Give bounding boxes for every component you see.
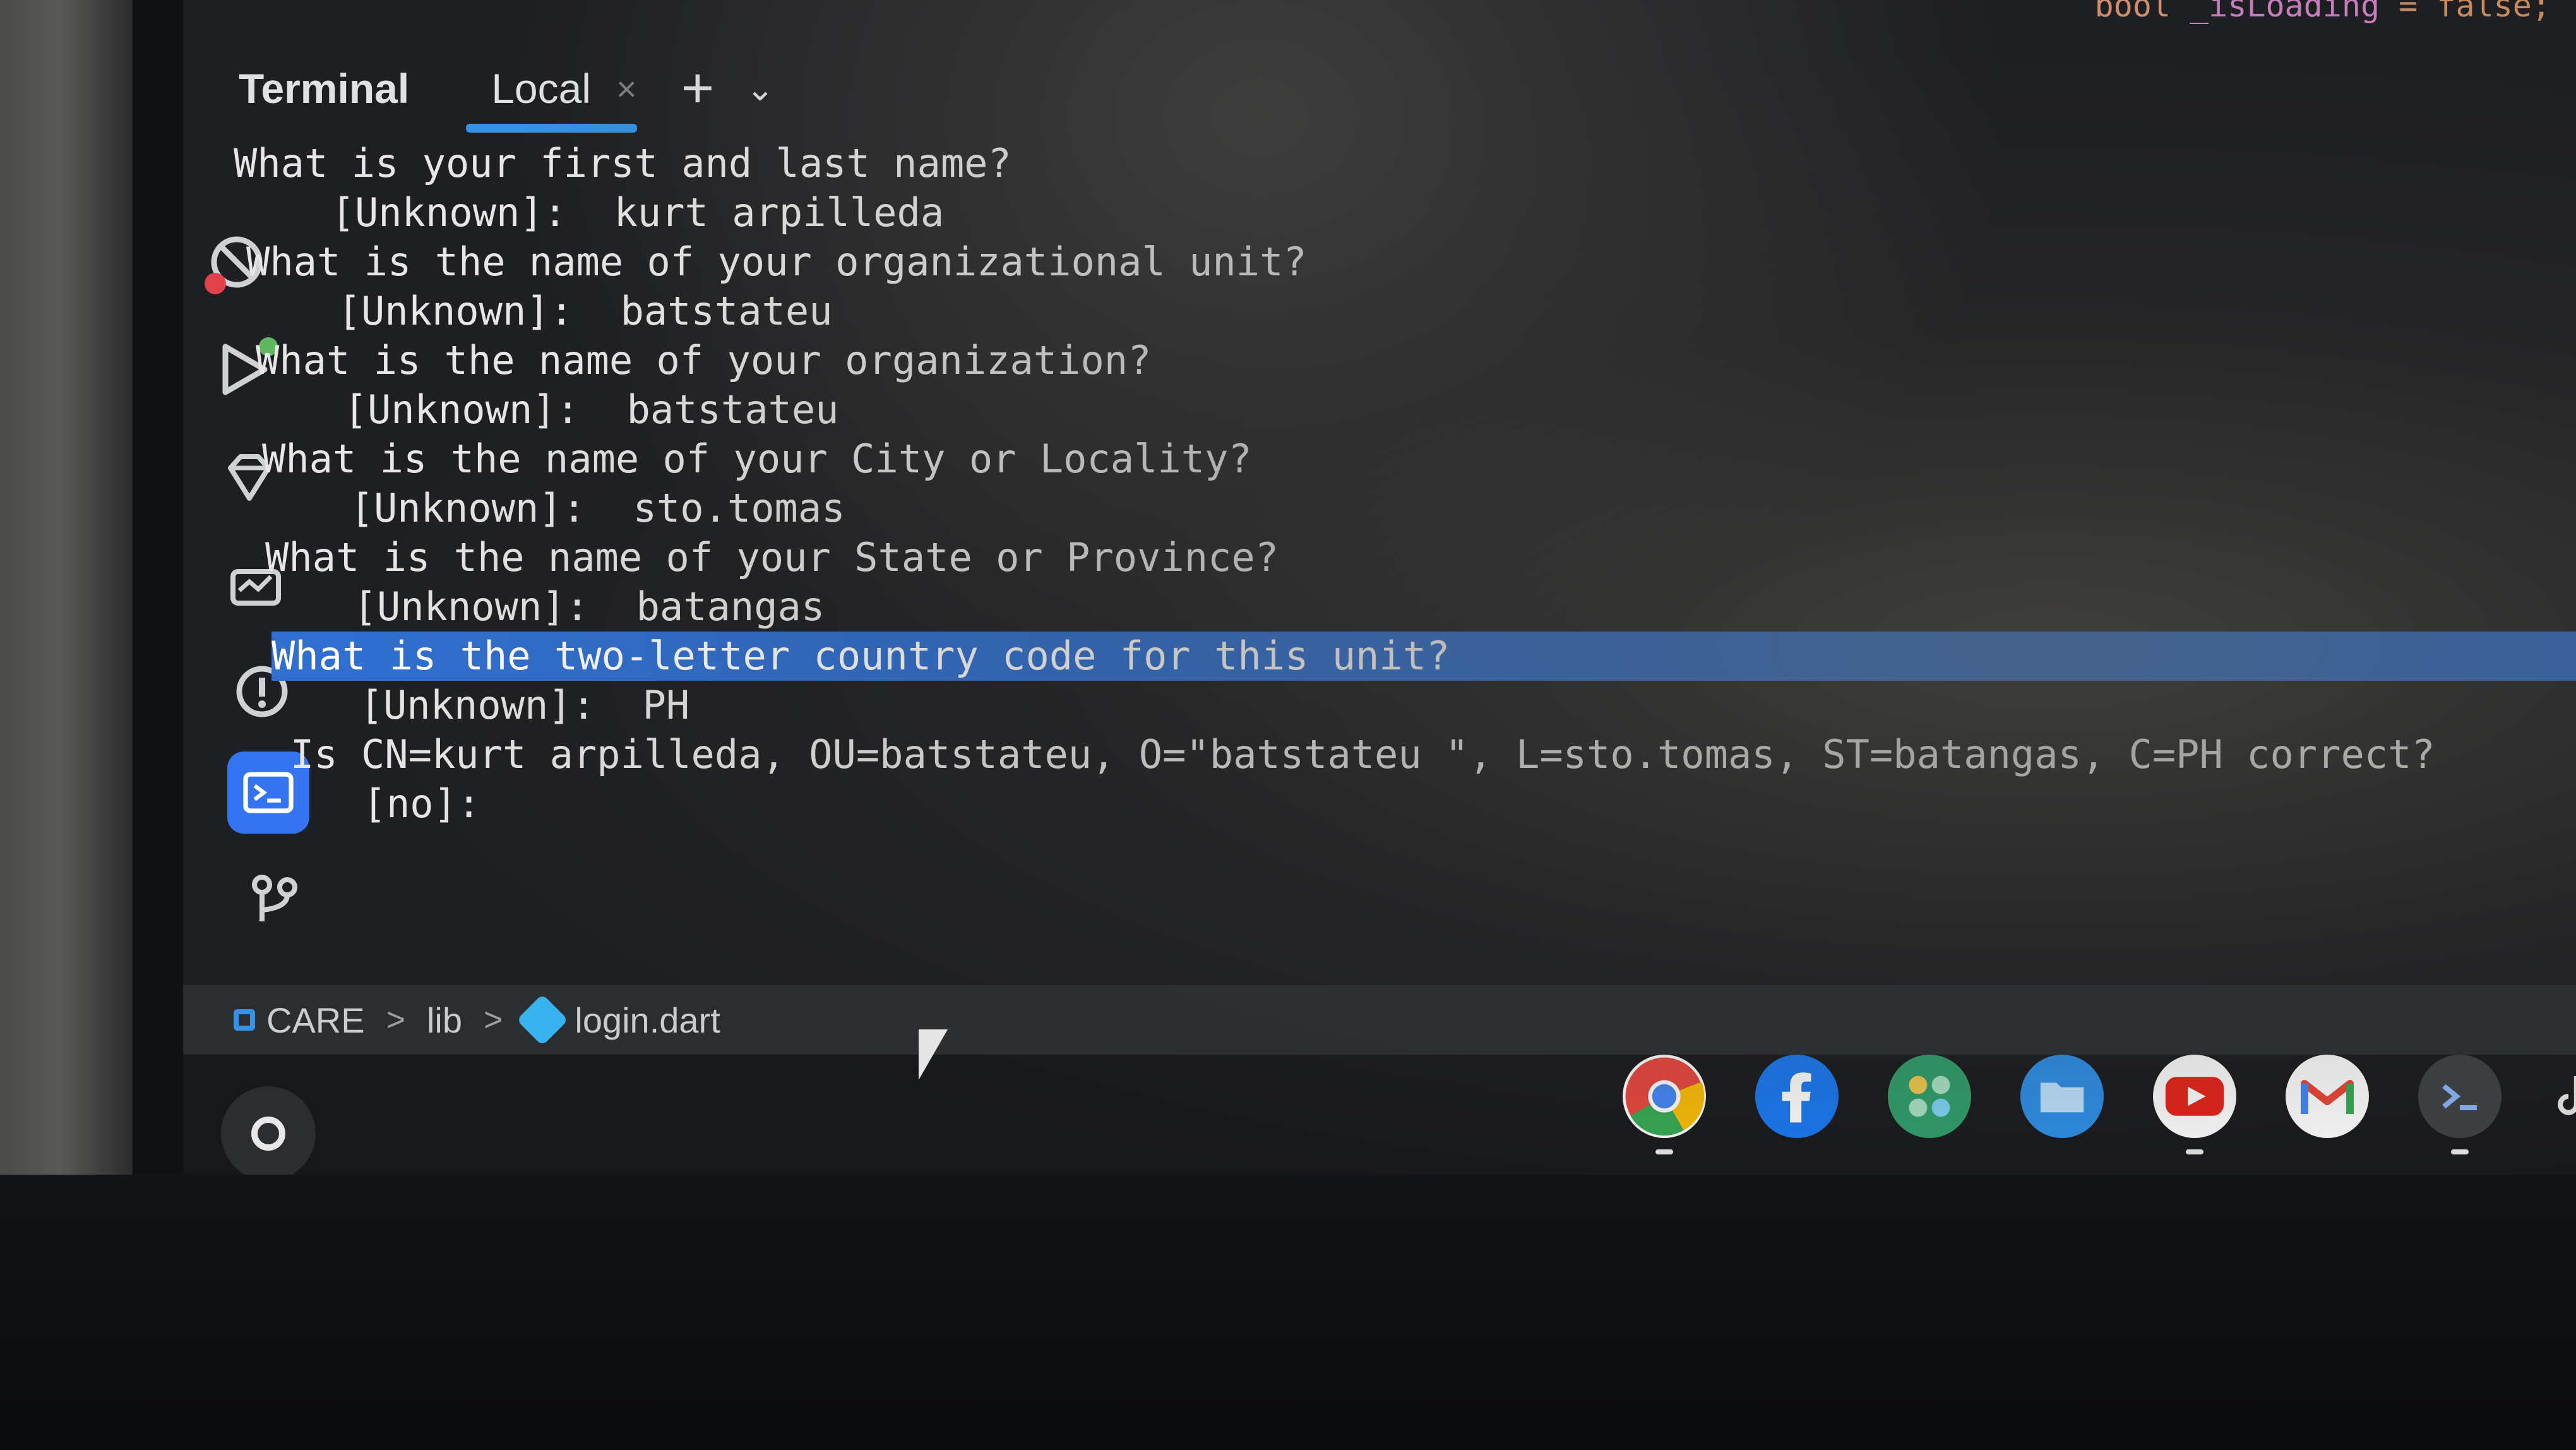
close-icon[interactable]: × <box>616 68 637 109</box>
new-tab-button[interactable]: + <box>681 60 715 117</box>
breadcrumb-separator: > <box>386 1002 405 1038</box>
terminal-line: What is the name of your City or Localit… <box>262 436 1252 482</box>
breadcrumb-file[interactable]: login.dart <box>516 993 720 1046</box>
terminal-output[interactable]: What is your first and last name? [Unkno… <box>221 139 2576 979</box>
breadcrumb-project[interactable]: CARE <box>234 1000 365 1041</box>
breadcrumb-separator: > <box>484 1002 503 1038</box>
youtube-icon[interactable] <box>2153 1055 2236 1154</box>
chevron-down-icon[interactable]: ⌄ <box>746 69 774 109</box>
project-icon <box>234 1009 255 1031</box>
files-icon[interactable] <box>2020 1055 2104 1138</box>
laptop-screen: bool _isLoading = false; Terminal Local … <box>183 0 2576 1175</box>
breadcrumb: CARE > lib > login.dart <box>183 985 2576 1055</box>
terminal-line: [Unknown]: batangas <box>306 584 825 630</box>
launcher-button[interactable] <box>221 1086 316 1175</box>
terminal-tab-bar: Terminal Local × + ⌄ <box>221 38 2557 139</box>
terminal-line: [Unknown]: kurt arpilleda <box>284 189 945 236</box>
facebook-icon[interactable] <box>1755 1055 1839 1138</box>
terminal-app-icon[interactable] <box>2418 1055 2501 1154</box>
apps-grid-icon[interactable] <box>1888 1055 1971 1138</box>
terminal-line: What is the name of your State or Provin… <box>265 534 1279 580</box>
running-indicator <box>2186 1149 2203 1154</box>
mouse-cursor <box>919 1029 948 1080</box>
tiktok-icon[interactable] <box>2532 1055 2576 1138</box>
laptop-bezel <box>0 1175 2576 1450</box>
terminal-line: What is your first and last name? <box>234 140 1011 186</box>
tool-window-title: Terminal <box>239 65 410 112</box>
launcher-icon <box>251 1117 285 1151</box>
chrome-icon[interactable] <box>1623 1055 1706 1154</box>
terminal-line: [Unknown]: batstateu <box>297 386 839 433</box>
terminal-line: [Unknown]: batstateu <box>290 288 833 334</box>
terminal-line: [no]: <box>316 781 481 827</box>
tab-local[interactable]: Local × <box>466 38 643 139</box>
terminal-line-selected: What is the two-letter country code for … <box>271 632 2576 681</box>
terminal-line: What is the name of your organizational … <box>246 239 1307 285</box>
shelf <box>183 1055 2576 1175</box>
editor-code-peek: bool _isLoading = false; <box>2094 0 2551 24</box>
breadcrumb-folder[interactable]: lib <box>427 1000 462 1041</box>
terminal-line: Is CN=kurt arpilleda, OU=batstateu, O="b… <box>290 731 2435 777</box>
terminal-line: [Unknown]: PH <box>313 682 690 728</box>
running-indicator <box>2451 1149 2469 1154</box>
tab-label: Local <box>491 65 591 112</box>
gmail-icon[interactable] <box>2286 1055 2369 1138</box>
terminal-line: [Unknown]: sto.tomas <box>303 485 845 531</box>
terminal-line: What is the name of your organization? <box>256 337 1152 383</box>
active-tab-indicator <box>466 124 637 133</box>
running-indicator <box>1655 1149 1673 1154</box>
dart-file-icon <box>516 993 569 1046</box>
